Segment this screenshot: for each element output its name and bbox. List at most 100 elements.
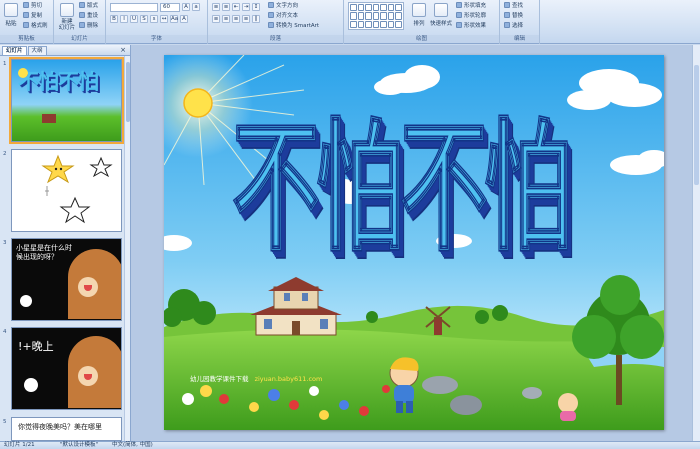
layout-icon [79, 2, 85, 8]
bullets-icon[interactable]: ≡ [212, 3, 220, 11]
slide-thumbnail-pane: 幻灯片 大纲 × 1 不怕不怕 2 3 小星星是在什么时候出现的呀？ 4 !+晚… [0, 45, 131, 441]
increase-indent-icon[interactable]: ⇥ [242, 3, 250, 11]
reset-button[interactable]: 重设 [79, 12, 98, 20]
cut-button[interactable]: 剪切 [23, 2, 42, 10]
grow-font-icon[interactable]: A [182, 3, 190, 11]
thumb-night-text: !+晚上 [18, 340, 54, 353]
tab-outline[interactable]: 大纲 [27, 45, 47, 55]
editing-group-label: 编辑 [500, 35, 539, 43]
font-size-select[interactable]: 60 [160, 3, 180, 12]
columns-icon[interactable]: ∥ [252, 15, 260, 23]
decrease-indent-icon[interactable]: ⇤ [232, 3, 240, 11]
strikethrough-icon[interactable]: S [140, 15, 148, 23]
change-case-icon[interactable]: Aa [170, 15, 178, 23]
text-direction-icon [268, 2, 274, 8]
font-size-buttons: A a [182, 3, 200, 12]
tab-slides[interactable]: 幻灯片 [2, 45, 27, 55]
slide-number: 2 [3, 151, 7, 157]
spacing-icon[interactable]: ↔ [160, 15, 168, 23]
align-left-icon[interactable]: ≡ [212, 15, 220, 23]
smartart-icon [268, 22, 274, 28]
numbering-icon[interactable]: ≡ [222, 3, 230, 11]
font-group-label: 字体 [106, 35, 207, 43]
binoculars-icon [504, 2, 510, 8]
slide-scrollbar-thumb[interactable] [694, 65, 699, 185]
align-text-button[interactable]: 对齐文本 [268, 12, 298, 20]
shapes-gallery[interactable] [348, 2, 404, 30]
clipboard-group-label: 剪贴板 [0, 35, 53, 43]
new-slide-button[interactable]: 新建 幻灯片 [57, 3, 77, 33]
slide-counter: 幻灯片 1/21 [4, 442, 35, 448]
bold-icon[interactable]: B [110, 15, 118, 23]
paragraph-group: ≡ ≡ ⇤ ⇥ ↕ ≡ ≡ ≡ ≡ ∥ 文字方向 对齐文本 转换为 SmartA… [208, 0, 344, 44]
shrink-font-icon[interactable]: a [192, 3, 200, 11]
slide-thumbnail[interactable] [11, 149, 122, 232]
delete-slide-button[interactable]: 删除 [79, 22, 98, 30]
format-painter-button[interactable]: 格式刷 [23, 22, 48, 30]
slide-number: 3 [3, 240, 7, 246]
pane-scrollbar-thumb[interactable] [126, 62, 130, 122]
slide-thumbnail[interactable]: 小星星是在什么时候出现的呀？ [11, 238, 122, 321]
language[interactable]: 中文(简体, 中国) [112, 442, 153, 449]
align-text-icon [268, 12, 274, 18]
copy-button[interactable]: 复制 [23, 12, 42, 20]
smartart-button[interactable]: 转换为 SmartArt [268, 22, 319, 30]
girl-character-art [558, 393, 578, 421]
status-bar: 幻灯片 1/21 "默认设计模板" 中文(简体, 中国) [0, 441, 700, 449]
underline-icon[interactable]: U [130, 15, 138, 23]
replace-icon [504, 12, 510, 18]
delete-icon [79, 22, 85, 28]
slide-footer: 幼儿园教学课件下载 ziyuan.baby611.com [190, 373, 322, 383]
shape-fill-button[interactable]: 形状填充 [456, 2, 486, 10]
slide-thumbnail[interactable]: 不怕不怕 [9, 57, 124, 144]
pane-scrollbar[interactable] [124, 56, 130, 441]
slide-number: 1 [3, 61, 7, 67]
justify-icon[interactable]: ≡ [242, 15, 250, 23]
font-color-icon[interactable]: A [180, 15, 188, 23]
find-button[interactable]: 查找 [504, 2, 523, 10]
list-buttons: ≡ ≡ ⇤ ⇥ ↕ [212, 3, 260, 12]
align-buttons: ≡ ≡ ≡ ≡ ∥ [212, 15, 260, 24]
shape-effects-button[interactable]: 形状效果 [456, 22, 486, 30]
clipboard-group: 粘贴 剪切 复制 格式刷 剪贴板 [0, 0, 54, 44]
quick-styles-button[interactable]: 快速样式 [430, 3, 452, 33]
brush-icon [23, 22, 29, 28]
quick-styles-icon [434, 3, 448, 17]
outline-icon [456, 12, 462, 18]
replace-button[interactable]: 替换 [504, 12, 523, 20]
ribbon: 粘贴 剪切 复制 格式刷 剪贴板 新建 幻灯片 版式 重设 删除 幻灯片 60 … [0, 0, 700, 44]
thumb-question-text: 小星星是在什么时候出现的呀？ [16, 244, 72, 261]
select-button[interactable]: 选择 [504, 22, 523, 30]
slide-scrollbar[interactable] [692, 45, 700, 441]
layout-button[interactable]: 版式 [79, 2, 98, 10]
editing-group: 查找 替换 选择 编辑 [500, 0, 540, 44]
reset-icon [79, 12, 85, 18]
footer-url[interactable]: ziyuan.baby611.com [255, 375, 323, 383]
close-icon[interactable]: × [120, 46, 126, 54]
theme-name: "默认设计模板" [60, 442, 99, 448]
arrange-icon [412, 3, 426, 17]
italic-icon[interactable]: I [120, 15, 128, 23]
footer-text: 幼儿园教学课件下载 [190, 375, 249, 383]
slide-thumbnail[interactable]: !+晚上 [11, 327, 122, 410]
scissors-icon [23, 2, 29, 8]
slide-number: 5 [3, 419, 7, 425]
paste-button[interactable]: 粘贴 [2, 3, 20, 33]
arrange-button[interactable]: 排列 [410, 3, 428, 33]
slide-thumbnail[interactable]: 你觉得夜晚美吗？美在哪里 [11, 417, 122, 441]
shadow-icon[interactable]: s [150, 15, 158, 23]
copy-icon [23, 12, 29, 18]
slide-title[interactable]: 不怕不怕 [231, 109, 572, 267]
new-slide-icon [60, 3, 74, 17]
slide-editing-area: 不怕不怕 幼儿园教学课件下载 ziyuan.baby611.com [131, 45, 700, 441]
align-center-icon[interactable]: ≡ [222, 15, 230, 23]
align-right-icon[interactable]: ≡ [232, 15, 240, 23]
line-spacing-icon[interactable]: ↕ [252, 3, 260, 11]
text-direction-button[interactable]: 文字方向 [268, 2, 298, 10]
star-characters-art [41, 154, 113, 224]
clipboard-icon [4, 3, 18, 17]
shape-outline-button[interactable]: 形状轮廓 [456, 12, 486, 20]
drawing-group-label: 绘图 [344, 35, 499, 43]
font-name-select[interactable] [110, 3, 158, 12]
current-slide[interactable]: 不怕不怕 幼儿园教学课件下载 ziyuan.baby611.com [164, 55, 664, 430]
